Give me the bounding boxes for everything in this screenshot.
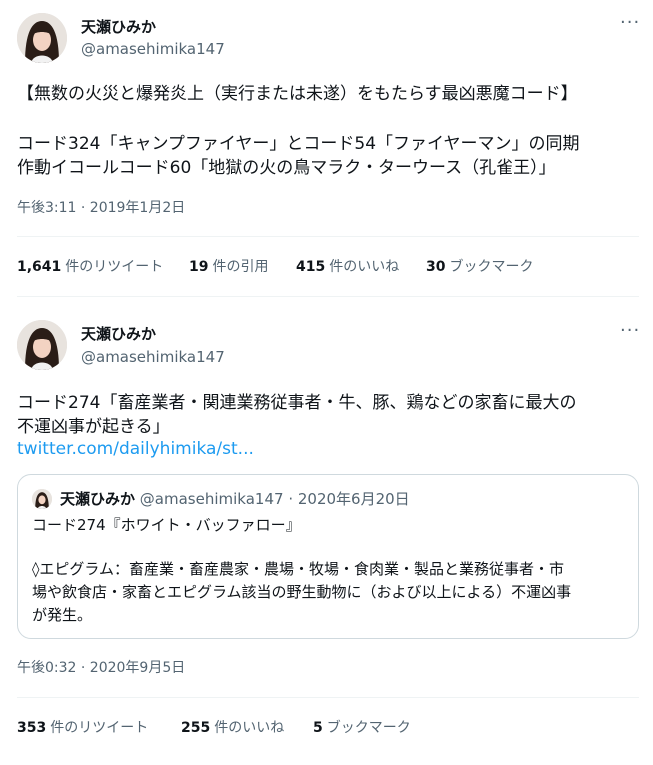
timestamp[interactable]: 午後3:11 · 2019年1月2日 xyxy=(17,198,185,218)
bookmark-count[interactable]: 30 ブックマーク xyxy=(426,257,533,277)
quoted-avatar xyxy=(32,489,52,509)
tweet-text-line: 【無数の火災と爆発炎上（実行または未遂）をもたらす最凶悪魔コード】 xyxy=(17,84,578,104)
quoted-header: 天瀬ひみか @amasehimika147 · 2020年6月20日 xyxy=(60,489,410,509)
bookmark-count[interactable]: 5 ブックマーク xyxy=(313,718,411,738)
divider xyxy=(17,296,639,297)
author-name[interactable]: 天瀬ひみか xyxy=(81,17,156,37)
quoted-author-name: 天瀬ひみか xyxy=(60,490,136,508)
timestamp[interactable]: 午後0:32 · 2020年9月5日 xyxy=(17,658,185,678)
author-handle[interactable]: @amasehimika147 xyxy=(81,39,225,59)
more-horizontal-icon[interactable]: ··· xyxy=(620,322,640,340)
quote-count[interactable]: 19 件の引用 xyxy=(189,257,268,277)
like-count[interactable]: 415 件のいいね xyxy=(296,257,399,277)
quoted-text-line: コード274『ホワイト・バッファロー』 xyxy=(32,516,301,534)
author-handle[interactable]: @amasehimika147 xyxy=(81,347,225,367)
quoted-author-handle: @amasehimika147 xyxy=(139,490,284,508)
avatar[interactable] xyxy=(17,320,67,370)
quoted-text-line: が発生。 xyxy=(32,606,93,624)
divider xyxy=(17,697,639,698)
tweet-text-line: 作動イコールコード60「地獄の火の鳥マラク・ターウース（孔雀王）」 xyxy=(17,158,556,178)
author-name[interactable]: 天瀬ひみか xyxy=(81,324,156,344)
quoted-date: · 2020年6月20日 xyxy=(288,490,410,508)
like-count[interactable]: 255 件のいいね xyxy=(181,718,284,738)
retweet-count[interactable]: 353 件のリツイート xyxy=(17,718,148,738)
divider xyxy=(17,236,639,237)
quoted-tweet[interactable]: 天瀬ひみか @amasehimika147 · 2020年6月20日 コード27… xyxy=(17,474,639,639)
quoted-text-line: 場や飲食店・家畜とエピグラム該当の野生動物に（および以上による）不運凶事 xyxy=(32,583,572,601)
more-horizontal-icon[interactable]: ··· xyxy=(620,14,640,32)
quoted-text-line: ◊エピグラム：畜産業・畜産農家・農場・牧場・食肉業・製品と業務従事者・市 xyxy=(32,560,564,578)
tweet-text-line: コード274「畜産業者・関連業務従事者・牛、豚、鶏などの家畜に最大の xyxy=(17,393,577,413)
avatar[interactable] xyxy=(17,13,67,63)
retweet-count[interactable]: 1,641 件のリツイート xyxy=(17,257,163,277)
tweet-link[interactable]: twitter.com/dailyhimika/st... xyxy=(17,437,254,462)
tweet-text-line: コード324「キャンプファイヤー」とコード54「ファイヤーマン」の同期 xyxy=(17,134,580,154)
